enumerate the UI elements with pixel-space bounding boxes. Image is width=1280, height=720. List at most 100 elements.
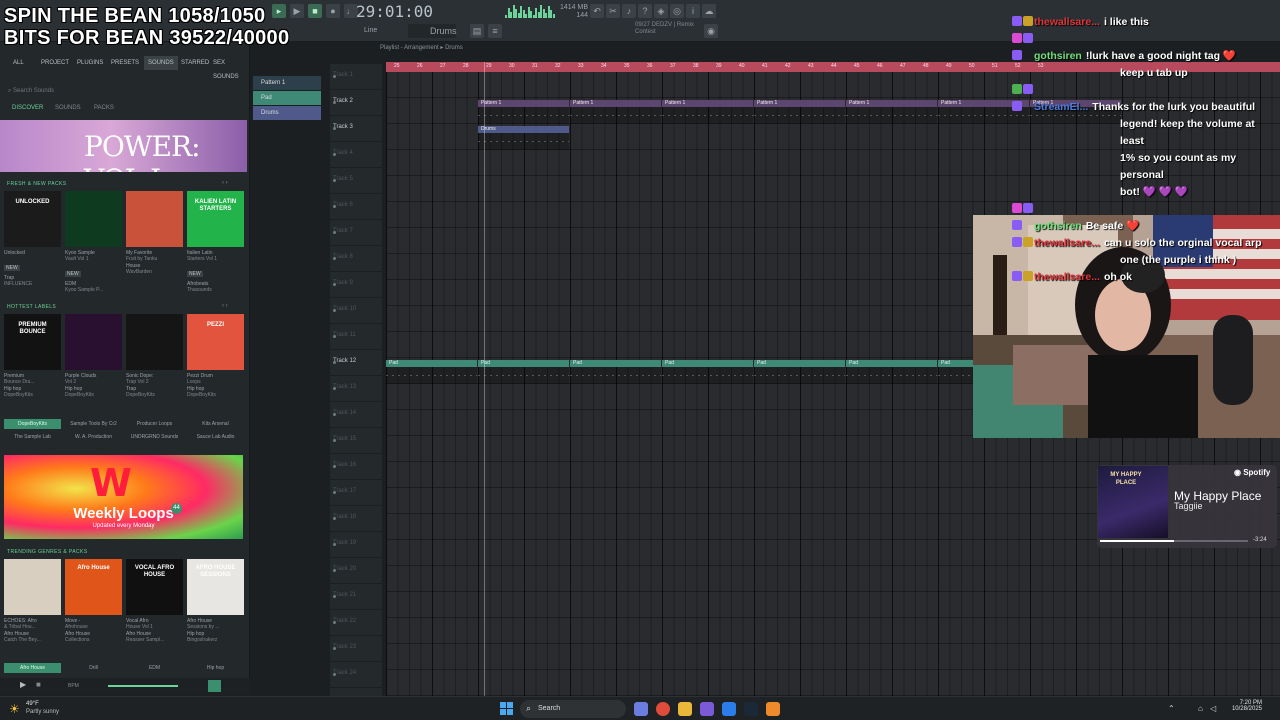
taskbar-search[interactable]: ⌕ Search: [520, 700, 626, 718]
label-chip[interactable]: Kits Arsenal: [187, 419, 244, 429]
label-chip[interactable]: W. A. Production: [65, 432, 122, 442]
browser-subtab-packs[interactable]: PACKS: [94, 105, 114, 111]
track-header[interactable]: Track 2: [330, 90, 382, 116]
network-icon[interactable]: ⌂: [1198, 704, 1203, 713]
news-icon[interactable]: ◎: [670, 4, 684, 18]
track-header[interactable]: Track 11: [330, 324, 382, 350]
track-mute-icon[interactable]: [333, 621, 336, 624]
pack-card[interactable]: VOCAL AFRO HOUSE Vocal Afro House Vol 1 Afr…: [126, 559, 183, 643]
pack-card[interactable]: Afro House Move - Afrohouse Afro House Colle…: [65, 559, 122, 643]
info-icon[interactable]: i: [686, 4, 700, 18]
track-mute-icon[interactable]: [333, 205, 336, 208]
track-header[interactable]: Track 3: [330, 116, 382, 142]
playlist-clip[interactable]: Drums: [478, 126, 569, 150]
browser-tab-plugins[interactable]: PLUGINS: [77, 56, 103, 70]
track-mute-icon[interactable]: [333, 231, 336, 234]
genre-chip[interactable]: Afro House: [4, 663, 61, 673]
cloud-icon[interactable]: ☁: [702, 4, 716, 18]
windows-start-icon[interactable]: [500, 702, 514, 716]
label-chip[interactable]: Producer Loops: [126, 419, 183, 429]
chrome-icon[interactable]: [656, 702, 670, 716]
track-mute-icon[interactable]: [333, 127, 336, 130]
pack-card[interactable]: PREMIUM BOUNCE Premium Bounce Dru... Hip ho…: [4, 314, 61, 398]
track-header[interactable]: Track 9: [330, 272, 382, 298]
mixer-icon[interactable]: ≡: [488, 24, 502, 38]
featured-pack-banner[interactable]: POWER: VOL I: [0, 120, 247, 172]
taskbar-clock[interactable]: 7:20 PM 10/28/2025: [1226, 700, 1262, 712]
track-header[interactable]: Track 22: [330, 610, 382, 636]
file-explorer-icon[interactable]: [678, 702, 692, 716]
track-header[interactable]: Track 19: [330, 532, 382, 558]
track-header[interactable]: Track 5: [330, 168, 382, 194]
playlist-clip[interactable]: Pad: [386, 360, 477, 384]
chat-username[interactable]: thewallsare...: [1034, 271, 1100, 283]
stop-button[interactable]: ■: [308, 4, 322, 18]
pack-card[interactable]: PEZZI Pezzi Drum Loops Hip hop DopeBoyKits: [187, 314, 244, 398]
track-header[interactable]: Track 15: [330, 428, 382, 454]
pack-card[interactable]: Purple Clouds Vol 2 Hip hop DopeBoyKits: [65, 314, 122, 398]
chat-username[interactable]: gothsiren: [1034, 50, 1082, 62]
track-mute-icon[interactable]: [333, 413, 336, 416]
track-mute-icon[interactable]: [333, 647, 336, 650]
section-nav-arrows-icon[interactable]: ‹ ›: [222, 303, 228, 309]
playlist-clip[interactable]: Pattern 1: [570, 100, 661, 124]
browser-tab-starred[interactable]: STARRED: [181, 56, 209, 70]
playlist-clip[interactable]: Pattern 1: [478, 100, 569, 124]
track-header[interactable]: Track 18: [330, 506, 382, 532]
label-chip[interactable]: UNDRGRND Sounds: [126, 432, 183, 442]
playlist-clip[interactable]: Pad: [570, 360, 661, 384]
track-header[interactable]: Track 12: [330, 350, 382, 376]
track-header[interactable]: Track 7: [330, 220, 382, 246]
track-header[interactable]: Track 1: [330, 64, 382, 90]
pattern-selector[interactable]: Drums: [408, 24, 457, 38]
browser-tab-all[interactable]: ALL: [13, 56, 24, 70]
steam-icon[interactable]: [744, 702, 758, 716]
track-mute-icon[interactable]: [333, 491, 336, 494]
label-chip[interactable]: DopeBoyKits: [4, 419, 61, 429]
genre-chip[interactable]: Hip hop: [187, 663, 244, 673]
playlist-clip[interactable]: Pad: [662, 360, 753, 384]
track-header[interactable]: Track 4: [330, 142, 382, 168]
playlist-clip[interactable]: Pattern 1: [662, 100, 753, 124]
track-mute-icon[interactable]: [333, 517, 336, 520]
track-header[interactable]: Track 24: [330, 662, 382, 688]
track-mute-icon[interactable]: [333, 439, 336, 442]
store-icon[interactable]: [722, 702, 736, 716]
playhead[interactable]: [484, 62, 485, 696]
mic-icon[interactable]: ♪: [622, 4, 636, 18]
track-header[interactable]: Track 16: [330, 454, 382, 480]
track-mute-icon[interactable]: [333, 153, 336, 156]
online-icon[interactable]: ◉: [704, 24, 718, 38]
chat-username[interactable]: thewallsare...: [1034, 16, 1100, 28]
track-mute-icon[interactable]: [333, 543, 336, 546]
track-header[interactable]: Track 14: [330, 402, 382, 428]
cut-icon[interactable]: ✂: [606, 4, 620, 18]
piano-roll-icon[interactable]: ▤: [470, 24, 484, 38]
tray-chevron-icon[interactable]: ⌃: [1168, 704, 1175, 713]
chat-username[interactable]: thewallsare...: [1034, 237, 1100, 249]
browser-search[interactable]: ⌕ Search Sounds: [8, 88, 54, 95]
track-mute-icon[interactable]: [333, 257, 336, 260]
track-header[interactable]: Track 17: [330, 480, 382, 506]
browser-tab-presets[interactable]: PRESETS: [111, 56, 139, 70]
pack-card[interactable]: AFRO HOUSE SESSIONS Afro House Sessions by…: [187, 559, 244, 643]
pack-card[interactable]: KALIEN LATIN STARTERS Italien Latin Starte…: [187, 191, 244, 293]
track-header[interactable]: Track 20: [330, 558, 382, 584]
pattern-item[interactable]: Drums: [253, 106, 321, 120]
playlist-clip[interactable]: Pattern 1: [754, 100, 845, 124]
pattern-item[interactable]: Pattern 1: [253, 76, 321, 90]
playlist-clip[interactable]: Pattern 1: [846, 100, 937, 124]
track-mute-icon[interactable]: [333, 569, 336, 572]
preview-volume-slider[interactable]: [108, 685, 178, 687]
track-mute-icon[interactable]: [333, 673, 336, 676]
discord-icon[interactable]: [700, 702, 714, 716]
track-header[interactable]: Track 23: [330, 636, 382, 662]
pack-card[interactable]: Kyoo Sample Vault Vol 1 NEW EDM Kyoo Sample …: [65, 191, 122, 293]
track-mute-icon[interactable]: [333, 387, 336, 390]
label-chip[interactable]: The Sample Lab: [4, 432, 61, 442]
browser-tab-project[interactable]: PROJECT: [41, 56, 69, 70]
volume-icon[interactable]: ◁: [1210, 704, 1216, 713]
pack-card[interactable]: ECHOES: Afro & Tribal Hou... Afro House Cat…: [4, 559, 61, 643]
browser-tab-sex-sounds[interactable]: SEX SOUNDS: [213, 56, 250, 84]
pack-card[interactable]: UNLOCKED Unlocked NEW Trap INFLUENCE: [4, 191, 61, 287]
